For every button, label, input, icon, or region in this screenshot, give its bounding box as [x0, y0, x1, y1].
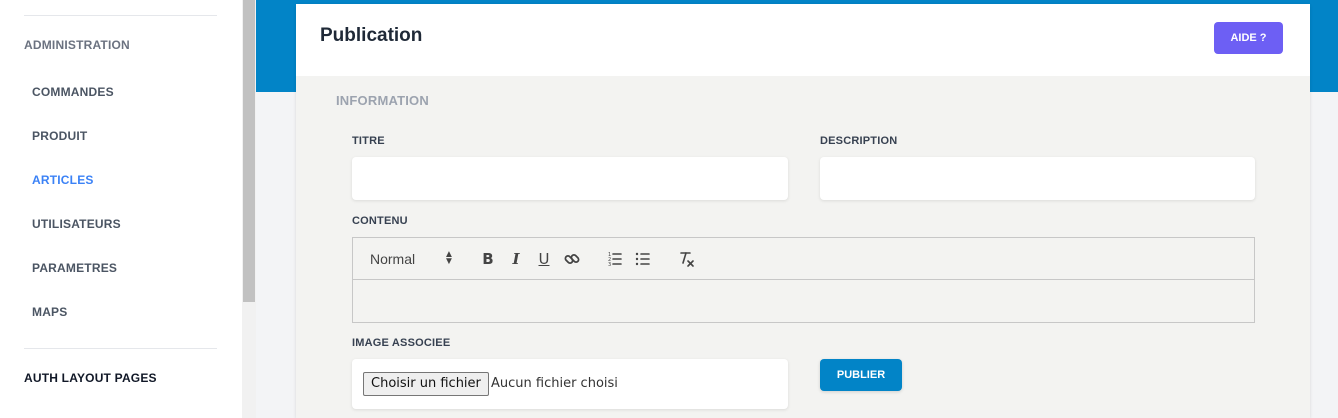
link-icon[interactable] [562, 249, 582, 269]
title-label: TITRE [352, 135, 385, 147]
description-input[interactable] [820, 157, 1255, 200]
publication-card: Publication AIDE ? INFORMATION TITRE DES… [296, 4, 1310, 418]
editor-toolbar: Normal ▲ ▼ B I U 1 2 3 [353, 238, 1254, 280]
sidebar-divider [24, 348, 217, 349]
sidebar-section-auth-layout-pages[interactable]: AUTH LAYOUT PAGES [24, 371, 157, 385]
card-header: Publication AIDE ? [296, 4, 1310, 76]
file-upload-field: Choisir un fichier Aucun fichier choisi [352, 359, 788, 409]
bold-icon[interactable]: B [478, 249, 498, 269]
sidebar-item-utilisateurs[interactable]: UTILISATEURS [32, 217, 121, 231]
sidebar-item-commandes[interactable]: COMMANDES [32, 85, 114, 99]
italic-icon[interactable]: I [506, 249, 526, 269]
sidebar-item-parametres[interactable]: PARAMETRES [32, 261, 117, 275]
svg-text:3: 3 [608, 262, 611, 268]
sidebar-divider [24, 15, 217, 16]
description-label: DESCRIPTION [820, 135, 898, 147]
rich-text-editor: Normal ▲ ▼ B I U 1 2 3 [352, 237, 1255, 323]
sidebar-item-articles[interactable]: ARTICLES [32, 173, 94, 187]
bullet-list-icon[interactable] [633, 249, 653, 269]
content-label: CONTENU [352, 215, 408, 227]
page-title: Publication [320, 25, 423, 46]
format-select[interactable]: Normal [370, 251, 415, 267]
sidebar: ADMINISTRATION COMMANDES PRODUIT ARTICLE… [0, 0, 242, 418]
underline-icon[interactable]: U [534, 249, 554, 269]
sidebar-section-administration: ADMINISTRATION [24, 38, 130, 52]
sidebar-item-maps[interactable]: MAPS [32, 305, 67, 319]
image-label: IMAGE ASSOCIEE [352, 337, 451, 349]
sidebar-item-produit[interactable]: PRODUIT [32, 129, 87, 143]
select-arrows-icon[interactable]: ▲ ▼ [444, 250, 454, 267]
file-status-text: Aucun fichier choisi [491, 376, 618, 391]
clear-format-icon[interactable] [676, 249, 696, 269]
ordered-list-icon[interactable]: 1 2 3 [605, 249, 625, 269]
title-input[interactable] [352, 157, 788, 200]
information-section-label: INFORMATION [336, 93, 429, 108]
sidebar-scrollbar-thumb[interactable] [243, 0, 255, 302]
choose-file-button[interactable]: Choisir un fichier [363, 372, 489, 396]
help-button[interactable]: AIDE ? [1214, 22, 1283, 54]
publish-button[interactable]: PUBLIER [820, 359, 902, 391]
